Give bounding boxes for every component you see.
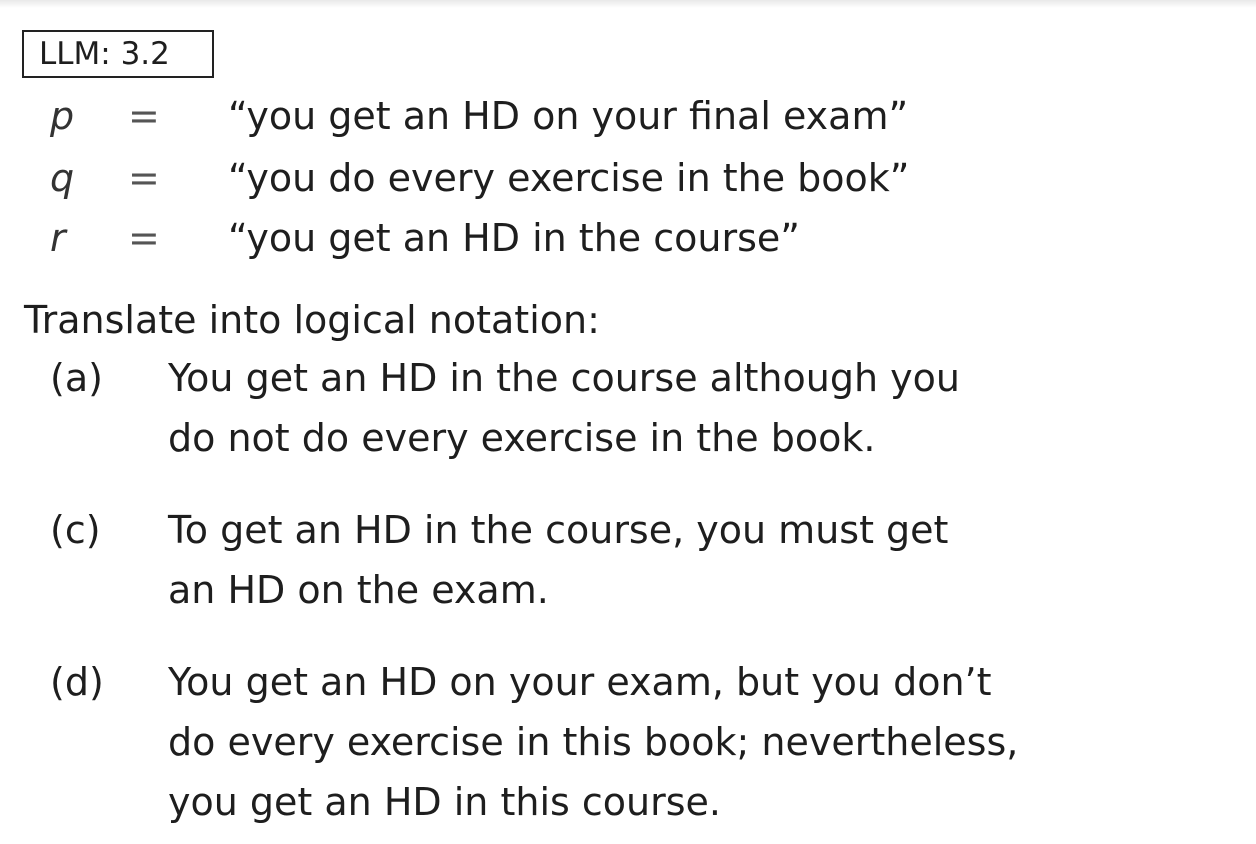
top-edge-shadow <box>0 0 1256 8</box>
item-text-line: do not do every exercise in the book. <box>168 416 876 460</box>
variable-p: p <box>50 94 75 138</box>
equals-sign: = <box>128 156 160 200</box>
definition-text-q: “you do every exercise in the book” <box>228 156 910 200</box>
item-text-line: do every exercise in this book; neverthe… <box>168 720 1019 764</box>
definition-text-r: “you get an HD in the course” <box>228 216 800 260</box>
section-tag: LLM: 3.2 <box>22 30 214 78</box>
item-text-line: an HD on the exam. <box>168 568 549 612</box>
variable-q: q <box>50 156 75 200</box>
variable-r: r <box>50 216 66 260</box>
item-text-line: To get an HD in the course, you must get <box>168 508 949 552</box>
instruction-prompt: Translate into logical notation: <box>24 298 600 342</box>
definition-row-p: p = “you get an HD on your final exam” <box>0 86 1256 146</box>
item-text-line: You get an HD on your exam, but you don’… <box>168 660 992 704</box>
item-text-line: You get an HD in the course although you <box>168 356 960 400</box>
equals-sign: = <box>128 94 160 138</box>
item-label: (d) <box>50 660 104 704</box>
definition-row-q: q = “you do every exercise in the book” <box>0 148 1256 208</box>
item-text-line: you get an HD in this course. <box>168 780 721 824</box>
definition-row-r: r = “you get an HD in the course” <box>0 208 1256 268</box>
item-label: (c) <box>50 508 101 552</box>
item-label: (a) <box>50 356 103 400</box>
equals-sign: = <box>128 216 160 260</box>
definition-text-p: “you get an HD on your final exam” <box>228 94 909 138</box>
